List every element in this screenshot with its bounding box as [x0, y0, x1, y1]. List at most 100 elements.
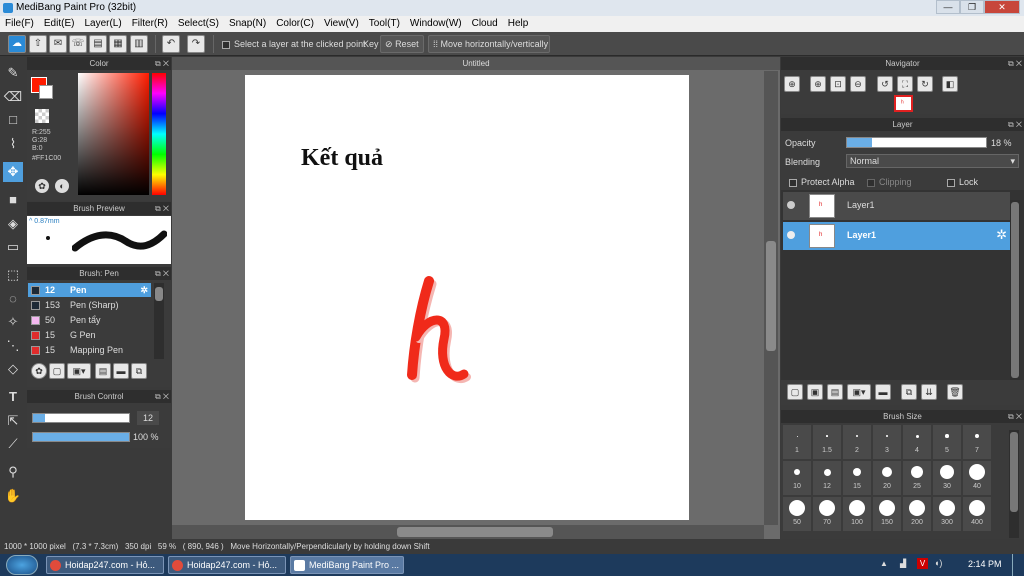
brush-size-option[interactable]: 4 [903, 425, 931, 459]
bucket-tool-icon[interactable]: ◈ [3, 214, 23, 234]
menu-edit[interactable]: Edit(E) [39, 18, 80, 29]
table-icon[interactable]: ▥ [130, 35, 148, 53]
protect-alpha-checkbox[interactable] [789, 178, 797, 187]
brush-size-option[interactable]: 100 [843, 497, 871, 531]
brush-size-option[interactable]: 70 [813, 497, 841, 531]
menu-color[interactable]: Color(C) [271, 18, 319, 29]
new-brush-icon[interactable]: ▢ [49, 363, 65, 379]
clipping-option[interactable]: Clipping [867, 177, 912, 187]
trash-icon[interactable]: 🗑 [947, 384, 963, 400]
cloud-icon[interactable]: ☁ [8, 35, 26, 53]
panel-controls-icon[interactable]: ⧉ ✕ [1008, 57, 1022, 70]
layer-row-selected[interactable]: ʰ Layer1 ✲ [783, 222, 1010, 250]
panel-controls-icon[interactable]: ⧉ ✕ [155, 202, 169, 215]
add-brush-icon[interactable]: ✿ [31, 363, 47, 379]
zoom-actual-icon[interactable]: ⊡ [830, 76, 846, 92]
brush-size-option[interactable]: 7 [963, 425, 991, 459]
brush-size-option[interactable]: 1 [783, 425, 811, 459]
select-layer-option[interactable]: Select a layer at the clicked point [222, 37, 366, 51]
upload-icon[interactable]: ⇧ [29, 35, 47, 53]
brush-item[interactable]: 12 Pen ✲ [28, 283, 151, 297]
brush-size-option[interactable]: 40 [963, 461, 991, 495]
menu-window[interactable]: Window(W) [405, 18, 467, 29]
gradient-tool-icon[interactable]: ▭ [3, 237, 23, 257]
menu-filter[interactable]: Filter(R) [127, 18, 173, 29]
select-pen-icon[interactable]: ⋱ [3, 336, 23, 356]
redo-icon[interactable]: ↷ [187, 35, 205, 53]
visibility-icon[interactable] [787, 201, 795, 209]
panel-controls-icon[interactable]: ⧉ ✕ [155, 267, 169, 280]
brush-size-option[interactable]: 20 [873, 461, 901, 495]
select-layer-checkbox[interactable] [222, 40, 230, 49]
zoom-out-icon[interactable]: ⊖ [850, 76, 866, 92]
gear-icon[interactable]: ✲ [140, 283, 148, 297]
brush-size-option[interactable]: 15 [843, 461, 871, 495]
brush-tool-icon[interactable]: ⌇ [3, 134, 23, 154]
panel-controls-icon[interactable]: ⧉ ✕ [155, 57, 169, 70]
brush-settings-icon[interactable]: ▤ [95, 363, 111, 379]
move-tool-icon[interactable]: ✥ [3, 162, 23, 182]
layer-list-scrollbar[interactable] [1010, 200, 1020, 380]
eraser-tool-icon[interactable]: ⌫ [3, 87, 23, 107]
new-halftone-layer-icon[interactable]: ▣ [807, 384, 823, 400]
merge-layer-icon[interactable]: ⇊ [921, 384, 937, 400]
brush-size-option[interactable]: 25 [903, 461, 931, 495]
new-layer-icon[interactable]: ▢ [787, 384, 803, 400]
gear-icon[interactable]: ✲ [996, 227, 1007, 243]
show-desktop-button[interactable] [1012, 554, 1024, 576]
saturation-value-picker[interactable] [78, 73, 149, 195]
taskbar-item-active[interactable]: MediBang Paint Pro ... [290, 556, 404, 574]
brush-opacity-slider[interactable] [32, 432, 130, 442]
operation-tool-icon[interactable]: ⇱ [3, 411, 23, 431]
hue-slider[interactable] [152, 73, 166, 195]
brush-size-option[interactable]: 300 [933, 497, 961, 531]
hand-tool-icon[interactable]: ✋ [3, 486, 23, 506]
lasso-tool-icon[interactable]: ◌ [3, 289, 23, 309]
grid-icon[interactable]: ▦ [109, 35, 127, 53]
brush-size-slider[interactable] [32, 413, 130, 423]
chat-icon[interactable]: ☏ [69, 35, 87, 53]
brush-size-option[interactable]: 150 [873, 497, 901, 531]
palette-icon[interactable]: ✿ [35, 179, 49, 193]
maximize-button[interactable]: ❐ [960, 0, 984, 14]
volume-icon[interactable]: ◖) [934, 558, 942, 568]
text-tool-icon[interactable]: T [3, 387, 23, 407]
taskbar-item[interactable]: Hoidap247.com - Hỏ... [46, 556, 164, 574]
brush-size-option[interactable]: 30 [933, 461, 961, 495]
taskbar-item[interactable]: Hoidap247.com - Hỏ... [168, 556, 286, 574]
brush-size-option[interactable]: 200 [903, 497, 931, 531]
brush-menu-icon[interactable]: ▣▾ [67, 363, 91, 379]
color-wheel-icon[interactable]: ◐ [55, 179, 69, 193]
document-icon[interactable]: ▤ [89, 35, 107, 53]
dropper-tool-icon[interactable]: ⟋ [3, 434, 23, 454]
brush-size-option[interactable]: 400 [963, 497, 991, 531]
canvas-paper[interactable]: Kết quả [245, 75, 689, 520]
zoom-fit-icon[interactable]: ⊕ [784, 76, 800, 92]
brush-list-scrollbar[interactable] [154, 283, 164, 359]
comment-icon[interactable]: ✉ [49, 35, 67, 53]
menu-cloud[interactable]: Cloud [467, 18, 503, 29]
antivirus-icon[interactable]: V [917, 558, 928, 569]
brush-item[interactable]: 50 Pen tẩy [28, 313, 151, 327]
brush-size-option[interactable]: 10 [783, 461, 811, 495]
brush-size-value[interactable]: 12 [137, 411, 159, 425]
brush-size-option[interactable]: 2 [843, 425, 871, 459]
fit-window-icon[interactable]: ⛶ [897, 76, 913, 92]
tray-arrow-icon[interactable]: ▲ [880, 559, 888, 568]
menu-view[interactable]: View(V) [319, 18, 364, 29]
layer-opacity-slider[interactable] [846, 137, 987, 148]
navigator-thumbnail[interactable]: ʰ [894, 95, 913, 112]
menu-layer[interactable]: Layer(L) [79, 18, 126, 29]
panel-controls-icon[interactable]: ⧉ ✕ [1008, 118, 1022, 131]
menu-snap[interactable]: Snap(N) [224, 18, 271, 29]
network-icon[interactable]: ▟ [900, 559, 906, 568]
select-eraser-icon[interactable]: ◇ [3, 359, 23, 379]
canvas-horizontal-scrollbar[interactable] [172, 525, 764, 539]
menu-select[interactable]: Select(S) [173, 18, 224, 29]
brush-item[interactable]: 15 G Pen [28, 328, 151, 342]
new-8bit-layer-icon[interactable]: ▤ [827, 384, 843, 400]
duplicate-layer-icon[interactable]: ⧉ [901, 384, 917, 400]
select-rect-icon[interactable]: ⬚ [3, 265, 23, 285]
brush-size-option[interactable]: 50 [783, 497, 811, 531]
panel-controls-icon[interactable]: ⧉ ✕ [155, 390, 169, 403]
